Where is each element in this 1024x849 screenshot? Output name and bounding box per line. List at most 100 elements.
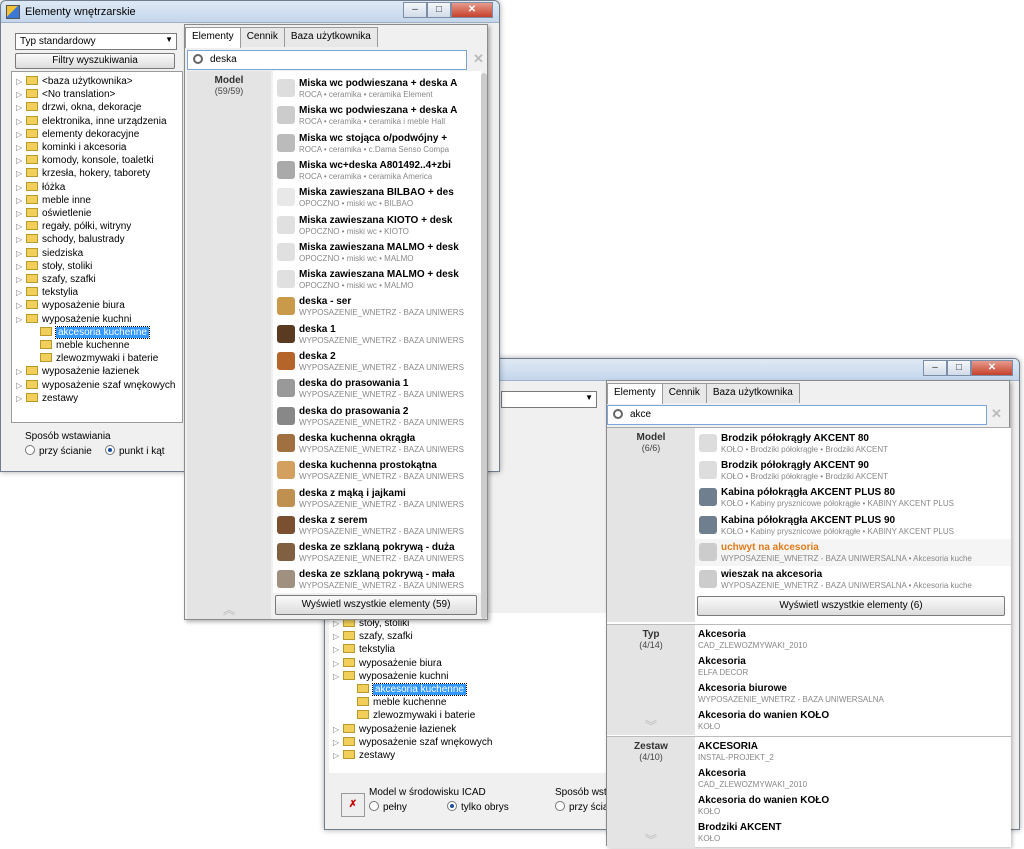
expand-icon[interactable]: ▷ xyxy=(16,128,26,141)
window-1-titlebar[interactable]: Elementy wnętrzarskie – □ ✕ xyxy=(1,1,499,23)
expand-icon[interactable]: ▷ xyxy=(333,749,343,762)
result-row[interactable]: Akcesoria CAD_ZLEWOZMYWAKI_2010 xyxy=(695,766,1011,792)
expand-icon[interactable]: ▷ xyxy=(16,260,26,273)
expand-icon[interactable]: ▷ xyxy=(16,115,26,128)
tree-item[interactable]: ▷ <No translation> xyxy=(16,88,115,101)
result-row[interactable]: Miska zawieszana BILBAO + des OPOCZNO • m… xyxy=(273,184,481,211)
tree-item[interactable]: ▷ wyposażenie szaf wnękowych xyxy=(333,736,492,749)
tree-item[interactable]: ▷ kominki i akcesoria xyxy=(16,141,126,154)
tree-item[interactable]: ▷ wyposażenie kuchni xyxy=(333,670,449,683)
show-all-button-2[interactable]: Wyświetl wszystkie elementy (6) xyxy=(697,596,1005,616)
tree-item[interactable]: ▷ schody, balustrady xyxy=(16,233,125,246)
expand-icon[interactable]: ▷ xyxy=(16,194,26,207)
tree-item[interactable]: ▷ komody, konsole, toaletki xyxy=(16,154,154,167)
expand-icon[interactable]: ▷ xyxy=(16,181,26,194)
tree-item[interactable]: ▷ wyposażenie łazienek xyxy=(16,365,139,378)
scrollbar-1[interactable] xyxy=(481,73,487,619)
result-row[interactable]: Akcesoria CAD_ZLEWOZMYWAKI_2010 xyxy=(695,627,1011,653)
expand-icon[interactable]: ▷ xyxy=(16,379,26,392)
tree-item[interactable]: ▷ szafy, szafki xyxy=(16,273,96,286)
tree-item[interactable]: ▷ zestawy xyxy=(16,392,78,405)
tree-item[interactable]: ▷ wyposażenie biura xyxy=(333,657,442,670)
tab-p1-1[interactable]: Cennik xyxy=(239,27,285,47)
tree-item[interactable]: ▷ siedziska xyxy=(16,247,83,260)
expand-icon[interactable]: ▷ xyxy=(16,207,26,220)
minimize-icon[interactable]: – xyxy=(923,360,947,376)
tree-item[interactable]: ▷ regały, półki, witryny xyxy=(16,220,131,233)
tab-p2-0[interactable]: Elementy xyxy=(607,383,663,404)
tree-item[interactable]: ▷ tekstylia xyxy=(16,286,78,299)
result-row[interactable]: deska z mąką i jajkami WYPOSAZENIE_WNETRZ… xyxy=(273,485,481,512)
clear-search-icon[interactable]: ✕ xyxy=(991,406,1002,422)
result-row[interactable]: Miska wc podwieszana + deska A ROCA • cer… xyxy=(273,102,481,129)
result-row[interactable]: Miska wc+deska A801492..4+zbi ROCA • cera… xyxy=(273,157,481,184)
result-row[interactable]: Kabina półokrągła AKCENT PLUS 90 KOŁO • K… xyxy=(695,512,1011,539)
result-row[interactable]: deska do prasowania 2 WYPOSAZENIE_WNETRZ … xyxy=(273,403,481,430)
type-combo[interactable]: Typ standardowy ▼ xyxy=(15,33,177,50)
expand-icon[interactable]: ▷ xyxy=(16,167,26,180)
result-row[interactable]: deska kuchenna prostokątna WYPOSAZENIE_WN… xyxy=(273,457,481,484)
radio-icon[interactable] xyxy=(555,801,565,811)
expand-icon[interactable]: ▷ xyxy=(16,88,26,101)
opt-full[interactable]: pełny xyxy=(369,801,407,813)
tree-item[interactable]: zlewozmywaki i baterie xyxy=(347,709,475,722)
tree-item[interactable]: ▷ meble inne xyxy=(16,194,91,207)
tree-item[interactable]: akcesoria kuchenne xyxy=(30,325,150,339)
result-row[interactable]: uchwyt na akcesoria WYPOSAZENIE_WNETRZ - … xyxy=(695,538,1011,566)
expand-icon[interactable]: ▷ xyxy=(16,220,26,233)
result-row[interactable]: deska - ser WYPOSAZENIE_WNETRZ - BAZA UNI… xyxy=(273,293,481,320)
opt-outline[interactable]: tylko obrys xyxy=(447,801,509,813)
minimize-icon[interactable]: – xyxy=(403,2,427,18)
chevron-down-icon[interactable]: ︾ xyxy=(607,831,695,848)
tab-p1-2[interactable]: Baza użytkownika xyxy=(283,27,378,47)
type-combo-2[interactable]: ▼ xyxy=(501,391,597,408)
result-row[interactable]: Akcesoria do wanien KOŁO KOŁO xyxy=(695,793,1011,819)
tree-item[interactable]: ▷ łóżka xyxy=(16,181,65,194)
result-row[interactable]: deska ze szklaną pokrywą - mała WYPOSAZEN… xyxy=(273,566,481,593)
result-row[interactable]: wieszak na akcesoria WYPOSAZENIE_WNETRZ -… xyxy=(695,566,1011,593)
result-row[interactable]: Brodzik półokrągły AKCENT 90 KOŁO • Brodz… xyxy=(695,457,1011,484)
tree-item[interactable]: zlewozmywaki i baterie xyxy=(30,352,158,365)
close-icon[interactable]: ✕ xyxy=(971,360,1013,376)
expand-icon[interactable]: ▷ xyxy=(333,723,343,736)
result-row[interactable]: Miska zawieszana KIOTO + desk OPOCZNO • m… xyxy=(273,212,481,239)
tree-item[interactable]: ▷ oświetlenie xyxy=(16,207,91,220)
search-input-1[interactable]: deska xyxy=(187,50,467,70)
expand-icon[interactable]: ▷ xyxy=(16,286,26,299)
result-row[interactable]: Akcesoria ELFA DECOR xyxy=(695,654,1011,680)
tree-item[interactable]: ▷ wyposażenie biura xyxy=(16,299,125,312)
result-row[interactable]: Kabina półokrągła AKCENT PLUS 80 KOŁO • K… xyxy=(695,484,1011,511)
tab-p2-2[interactable]: Baza użytkownika xyxy=(705,383,800,403)
result-row[interactable]: Akcesoria do wanien KOŁO KOŁO xyxy=(695,708,1011,734)
result-row[interactable]: Miska zawieszana MALMO + desk OPOCZNO • m… xyxy=(273,266,481,293)
result-row[interactable]: deska 2 WYPOSAZENIE_WNETRZ - BAZA UNIWERS xyxy=(273,348,481,375)
tree-item[interactable]: ▷ krzesła, hokery, taborety xyxy=(16,167,150,180)
radio-icon[interactable] xyxy=(105,445,115,455)
result-row[interactable]: deska z serem WYPOSAZENIE_WNETRZ - BAZA U… xyxy=(273,512,481,539)
expand-icon[interactable]: ▷ xyxy=(16,313,26,326)
result-row[interactable]: AKCESORIA INSTAL-PROJEKT_2 xyxy=(695,739,1011,765)
expand-icon[interactable]: ▷ xyxy=(333,657,343,670)
result-row[interactable]: deska kuchenna okrągła WYPOSAZENIE_WNETRZ… xyxy=(273,430,481,457)
tree-item[interactable]: ▷ elementy dekoracyjne xyxy=(16,128,139,141)
result-row[interactable]: Akcesoria biurowe WYPOSAZENIE_WNETRZ - BA… xyxy=(695,681,1011,707)
radio-icon[interactable] xyxy=(369,801,379,811)
opt-wall[interactable]: przy ścianie xyxy=(25,445,92,457)
tree-item[interactable]: ▷ wyposażenie szaf wnękowych xyxy=(16,379,175,392)
tree-item[interactable]: ▷ stoły, stoliki xyxy=(16,260,92,273)
result-row[interactable]: deska do prasowania 1 WYPOSAZENIE_WNETRZ … xyxy=(273,375,481,402)
result-row[interactable]: Miska zawieszana MALMO + desk OPOCZNO • m… xyxy=(273,239,481,266)
expand-icon[interactable]: ▷ xyxy=(16,392,26,405)
radio-icon[interactable] xyxy=(447,801,457,811)
result-row[interactable]: deska ze szklaną pokrywą - duża WYPOSAZEN… xyxy=(273,539,481,566)
expand-icon[interactable]: ▷ xyxy=(16,233,26,246)
expand-icon[interactable]: ▷ xyxy=(16,141,26,154)
category-tree-2[interactable]: ▷ stoły, stoliki ▷ szafy, szafki ▷ tekstylia ▷… xyxy=(329,613,609,773)
tree-item[interactable]: ▷ <baza użytkownika> xyxy=(16,75,133,88)
filter-button[interactable]: Filtry wyszukiwania xyxy=(15,53,175,69)
expand-icon[interactable]: ▷ xyxy=(16,299,26,312)
expand-icon[interactable]: ▷ xyxy=(16,247,26,260)
expand-icon[interactable]: ▷ xyxy=(333,670,343,683)
maximize-icon[interactable]: □ xyxy=(947,360,971,376)
radio-icon[interactable] xyxy=(25,445,35,455)
